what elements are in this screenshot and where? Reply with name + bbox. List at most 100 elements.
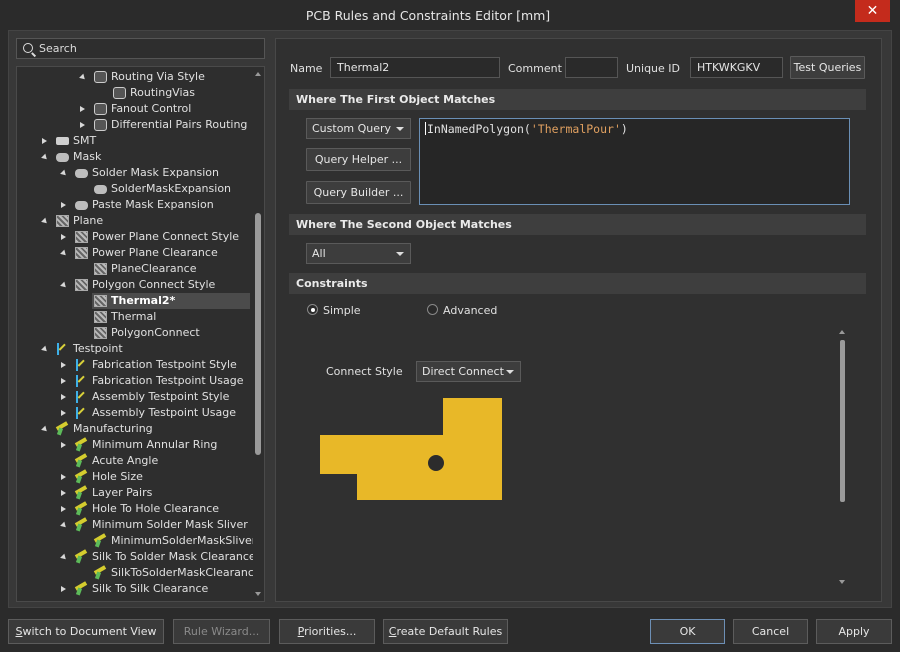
tree-item-label: Acute Angle	[92, 454, 159, 467]
apply-button[interactable]: Apply	[816, 619, 892, 644]
tree-item[interactable]: Hole To Hole Clearance	[17, 501, 253, 517]
collapse-arrow-icon[interactable]	[61, 585, 66, 592]
routing-icon	[94, 71, 107, 83]
collapse-arrow-icon[interactable]	[80, 105, 85, 112]
tree-item-label: Silk To Silk Clearance	[92, 582, 209, 595]
plane-icon	[94, 327, 107, 339]
search-input[interactable]	[39, 40, 259, 57]
tree-item[interactable]: Minimum Annular Ring	[17, 437, 253, 453]
tree-item[interactable]: Minimum Solder Mask Sliver	[17, 517, 253, 533]
chevron-down-icon	[396, 252, 404, 256]
search-box[interactable]	[16, 38, 265, 59]
tree-item[interactable]: SilkToSolderMaskClearance	[17, 565, 261, 581]
expand-arrow-icon[interactable]	[60, 521, 68, 530]
connect-style-dropdown[interactable]: Direct Connect	[416, 361, 521, 382]
constraints-scrollbar[interactable]	[838, 330, 848, 584]
tree-item[interactable]: Hole Size	[17, 469, 253, 485]
tree-item[interactable]: Mask	[17, 149, 253, 165]
connect-style-preview	[320, 398, 502, 500]
expand-arrow-icon[interactable]	[60, 249, 68, 258]
tree-item[interactable]: Paste Mask Expansion	[17, 197, 253, 213]
tree-item[interactable]: SolderMaskExpansion	[17, 181, 253, 197]
expand-arrow-icon[interactable]	[79, 73, 87, 82]
tree-item[interactable]: Polygon Connect Style	[17, 277, 253, 293]
tree-item[interactable]: SMT	[17, 133, 253, 149]
collapse-arrow-icon[interactable]	[61, 505, 66, 512]
rules-tree[interactable]: Routing Via Style RoutingVias Fanout Contr…	[16, 66, 265, 602]
expand-arrow-icon[interactable]	[41, 345, 49, 354]
tree-item[interactable]: Solder Mask Expansion	[17, 165, 253, 181]
query-type-dropdown[interactable]: Custom Query	[306, 118, 411, 139]
collapse-arrow-icon[interactable]	[61, 441, 66, 448]
close-button[interactable]: ✕	[855, 0, 890, 22]
test-queries-button[interactable]: Test Queries	[790, 56, 865, 79]
expand-arrow-icon[interactable]	[41, 425, 49, 434]
tree-item[interactable]: Manufacturing	[17, 421, 253, 437]
collapse-arrow-icon[interactable]	[61, 489, 66, 496]
expand-arrow-icon[interactable]	[60, 281, 68, 290]
tree-scrollbar[interactable]	[253, 67, 264, 601]
scroll-up-icon[interactable]	[255, 72, 261, 76]
advanced-radio[interactable]	[427, 304, 438, 315]
expand-arrow-icon[interactable]	[41, 217, 49, 226]
tree-item[interactable]: Assembly Testpoint Style	[17, 389, 253, 405]
collapse-arrow-icon[interactable]	[61, 377, 66, 384]
name-field[interactable]: Thermal2	[330, 57, 500, 78]
tree-item[interactable]: Power Plane Connect Style	[17, 229, 253, 245]
scroll-thumb[interactable]	[255, 213, 261, 455]
query-helper-button[interactable]: Query Helper ...	[306, 148, 411, 171]
plane-icon	[56, 215, 69, 227]
tree-item[interactable]: Fanout Control	[17, 101, 253, 117]
collapse-arrow-icon[interactable]	[61, 201, 66, 208]
simple-radio[interactable]	[307, 304, 318, 315]
tree-item[interactable]: PolygonConnect	[17, 325, 253, 341]
cancel-button[interactable]: Cancel	[733, 619, 808, 644]
scroll-thumb[interactable]	[840, 340, 845, 502]
collapse-arrow-icon[interactable]	[61, 361, 66, 368]
tree-item[interactable]: Silk To Solder Mask Clearance	[17, 549, 256, 565]
expand-arrow-icon[interactable]	[60, 169, 68, 178]
tree-item[interactable]: Thermal2*	[92, 293, 250, 309]
collapse-arrow-icon[interactable]	[61, 393, 66, 400]
scroll-up-icon[interactable]	[839, 330, 845, 334]
tree-item[interactable]: Routing Via Style	[17, 69, 253, 85]
tree-item[interactable]: Plane	[17, 213, 253, 229]
scroll-down-icon[interactable]	[255, 592, 261, 596]
unique-id-label: Unique ID	[626, 62, 681, 75]
ok-button[interactable]: OK	[650, 619, 725, 644]
tree-item[interactable]: Fabrication Testpoint Style	[17, 357, 253, 373]
tree-item[interactable]: Acute Angle	[17, 453, 253, 469]
collapse-arrow-icon[interactable]	[42, 137, 47, 144]
scroll-down-icon[interactable]	[839, 580, 845, 584]
priorities-button[interactable]: Priorities...	[279, 619, 375, 644]
tree-item[interactable]: Differential Pairs Routing	[17, 117, 253, 133]
tree-item[interactable]: PlaneClearance	[17, 261, 253, 277]
query-builder-button[interactable]: Query Builder ...	[306, 181, 411, 204]
text-cursor	[425, 122, 426, 135]
collapse-arrow-icon[interactable]	[61, 409, 66, 416]
collapse-arrow-icon[interactable]	[61, 233, 66, 240]
tree-item[interactable]: Power Plane Clearance	[17, 245, 253, 261]
tree-item[interactable]: Testpoint	[17, 341, 253, 357]
tree-item[interactable]: RoutingVias	[17, 85, 253, 101]
tree-item[interactable]: Thermal	[17, 309, 253, 325]
expand-arrow-icon[interactable]	[60, 553, 68, 562]
rule-wizard-button[interactable]: Rule Wizard...	[173, 619, 270, 644]
comment-field[interactable]	[565, 57, 618, 78]
plane-icon	[75, 279, 88, 291]
chevron-down-icon	[506, 370, 514, 374]
tree-item[interactable]: MinimumSolderMaskSliver	[17, 533, 256, 549]
mask-icon	[75, 200, 88, 210]
tree-item[interactable]: Assembly Testpoint Usage	[17, 405, 253, 421]
unique-id-field[interactable]: HTKWKGKV	[690, 57, 783, 78]
collapse-arrow-icon[interactable]	[61, 473, 66, 480]
collapse-arrow-icon[interactable]	[80, 121, 85, 128]
create-default-rules-button[interactable]: Create Default Rules	[383, 619, 508, 644]
tree-item[interactable]: Fabrication Testpoint Usage	[17, 373, 253, 389]
second-match-dropdown[interactable]: All	[306, 243, 411, 264]
switch-document-view-button[interactable]: Switch to Document View	[8, 619, 164, 644]
tree-item[interactable]: Silk To Silk Clearance	[17, 581, 253, 597]
expand-arrow-icon[interactable]	[41, 153, 49, 162]
tree-item[interactable]: Layer Pairs	[17, 485, 253, 501]
query-editor[interactable]: InNamedPolygon('ThermalPour')	[419, 118, 850, 205]
